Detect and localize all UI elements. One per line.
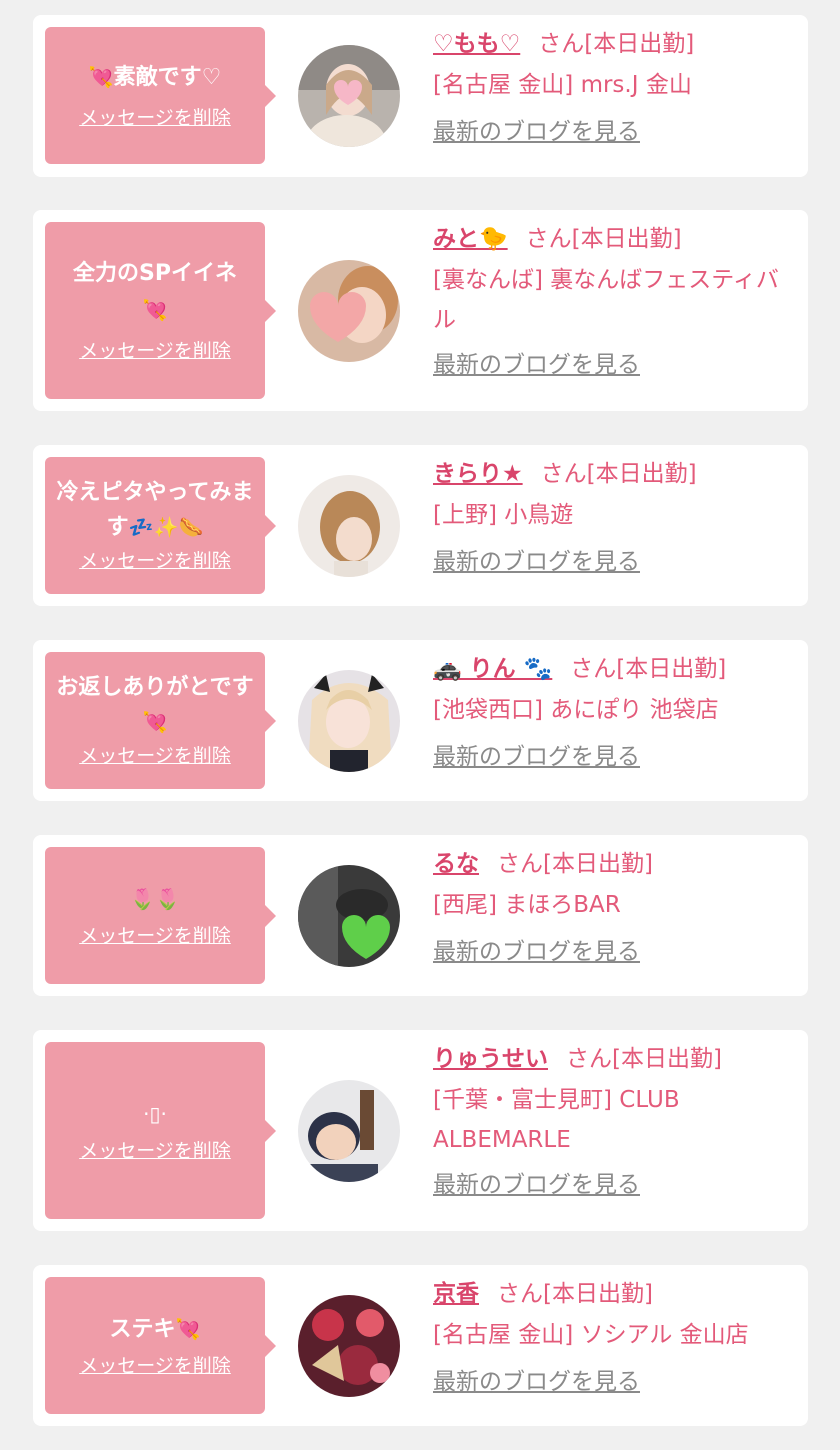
message-text: お返しありがとです💘 [56,675,254,734]
latest-blog-link[interactable]: 最新のブログを見る [433,547,640,577]
cast-name-link[interactable]: りゅうせい [433,1046,548,1072]
message-card: ·▯· メッセージを削除 りゅうせい さん[本日出勤] [千葉・富士見町] CLU… [33,1030,808,1231]
cast-name-line: みと🐤 さん[本日出勤] [433,222,798,256]
cast-info: 京香 さん[本日出勤] [名古屋 金山] ソシアル 金山店 最新のブログを見る [433,1277,798,1397]
avatar[interactable] [298,45,400,147]
shop-name: [名古屋 金山] mrs.J 金山 [433,72,692,98]
delete-message-link[interactable]: メッセージを削除 [79,1137,231,1165]
latest-blog-link[interactable]: 最新のブログを見る [433,350,640,380]
message-card: 全力のSPイイネ 💘 メッセージを削除 みと🐤 さん[本日出勤] [裏なんば] 裏な… [33,210,808,411]
message-bubble: 全力のSPイイネ 💘 メッセージを削除 [45,222,276,399]
message-text: 💘素敵です♡ [88,65,222,90]
avatar[interactable] [298,670,400,772]
avatar-photo-kyoka [298,1295,400,1397]
message-card: お返しありがとです💘 メッセージを削除 🚓 りん 🐾 さん[本日出勤] [池袋西口… [33,640,808,801]
avatar[interactable] [298,475,400,577]
avatar-photo-mito [298,260,400,362]
cast-status: さん[本日出勤] [538,31,695,57]
shop-name: [池袋西口] あにぽり 池袋店 [433,697,719,723]
latest-blog-link[interactable]: 最新のブログを見る [433,742,640,772]
cast-name-link[interactable]: 🚓 りん 🐾 [433,656,552,682]
cast-info: 🚓 りん 🐾 さん[本日出勤] [池袋西口] あにぽり 池袋店 最新のブログを見る [433,652,798,772]
delete-message-link[interactable]: メッセージを削除 [79,1352,231,1380]
cast-name-link[interactable]: ♡もも♡ [433,31,520,57]
delete-message-link[interactable]: メッセージを削除 [79,922,231,950]
cast-name-line: りゅうせい さん[本日出勤] [433,1042,798,1076]
message-bubble: お返しありがとです💘 メッセージを削除 [45,652,276,789]
shop-name: [上野] 小鳥遊 [433,502,574,528]
message-text: ·▯· [143,1102,167,1126]
message-bubble: ステキ💘 メッセージを削除 [45,1277,276,1414]
cast-status: さん[本日出勤] [497,1281,653,1307]
cast-status: さん[本日出勤] [497,851,653,877]
delete-message-link[interactable]: メッセージを削除 [79,742,231,770]
avatar-photo-runa [298,865,400,967]
cast-name-line: きらり★ さん[本日出勤] [433,457,798,491]
delete-message-link[interactable]: メッセージを削除 [79,337,231,365]
latest-blog-link[interactable]: 最新のブログを見る [433,117,640,147]
cast-info: みと🐤 さん[本日出勤] [裏なんば] 裏なんばフェスティバル 最新のブログを見る [433,222,798,380]
message-bubble: 🌷🌷 メッセージを削除 [45,847,276,984]
avatar[interactable] [298,865,400,967]
cast-name-line: るな さん[本日出勤] [433,847,798,881]
message-bubble: ·▯· メッセージを削除 [45,1042,276,1219]
message-text: 冷えピタやってみます💤✨🌭 [56,480,254,540]
shop-name: [千葉・富士見町] CLUB ALBEMARLE [433,1087,680,1153]
avatar-photo-kirari [298,475,400,577]
message-text: 🌷🌷 [130,887,180,911]
message-text: ステキ💘 [109,1317,201,1342]
cast-name-link[interactable]: みと🐤 [433,226,508,252]
cast-info: りゅうせい さん[本日出勤] [千葉・富士見町] CLUB ALBEMARLE 最… [433,1042,798,1200]
cast-name-line: ♡もも♡ さん[本日出勤] [433,27,798,61]
message-card: ステキ💘 メッセージを削除 京香 さん[本日出勤] [名古屋 金山] ソシアル 金… [33,1265,808,1426]
cast-name-link[interactable]: きらり★ [433,461,523,487]
avatar[interactable] [298,1080,400,1182]
cast-name-line: 🚓 りん 🐾 さん[本日出勤] [433,652,798,686]
shop-name: [名古屋 金山] ソシアル 金山店 [433,1322,749,1348]
cast-status: さん[本日出勤] [525,226,682,252]
avatar[interactable] [298,260,400,362]
avatar-photo-momo [298,45,400,147]
latest-blog-link[interactable]: 最新のブログを見る [433,937,640,967]
cast-status: さん[本日出勤] [566,1046,722,1072]
cast-status: さん[本日出勤] [570,656,727,682]
delete-message-link[interactable]: メッセージを削除 [79,104,231,132]
cast-info: ♡もも♡ さん[本日出勤] [名古屋 金山] mrs.J 金山 最新のブログを見る [433,27,798,147]
message-card: 🌷🌷 メッセージを削除 るな さん[本日出勤] [西尾] まほろBAR 最新のブロ… [33,835,808,996]
cast-info: るな さん[本日出勤] [西尾] まほろBAR 最新のブログを見る [433,847,798,967]
cast-name-line: 京香 さん[本日出勤] [433,1277,798,1311]
cast-info: きらり★ さん[本日出勤] [上野] 小鳥遊 最新のブログを見る [433,457,798,577]
avatar-photo-ryusei [298,1080,400,1182]
shop-name: [裏なんば] 裏なんばフェスティバル [433,267,779,333]
message-bubble: 冷えピタやってみます💤✨🌭 メッセージを削除 [45,457,276,594]
avatar[interactable] [298,1295,400,1397]
cast-status: さん[本日出勤] [540,461,697,487]
delete-message-link[interactable]: メッセージを削除 [79,547,231,575]
message-text: 全力のSPイイネ 💘 [73,261,237,322]
message-bubble: 💘素敵です♡ メッセージを削除 [45,27,276,164]
message-card: 💘素敵です♡ メッセージを削除 ♡もも♡ さん[本日出勤] [名古屋 金山] mr… [33,15,808,177]
cast-name-link[interactable]: 京香 [433,1281,479,1307]
avatar-photo-rin [298,670,400,772]
latest-blog-link[interactable]: 最新のブログを見る [433,1367,640,1397]
latest-blog-link[interactable]: 最新のブログを見る [433,1170,640,1200]
message-card: 冷えピタやってみます💤✨🌭 メッセージを削除 きらり★ さん[本日出勤] [上野]… [33,445,808,606]
cast-name-link[interactable]: るな [433,851,479,877]
shop-name: [西尾] まほろBAR [433,892,621,918]
